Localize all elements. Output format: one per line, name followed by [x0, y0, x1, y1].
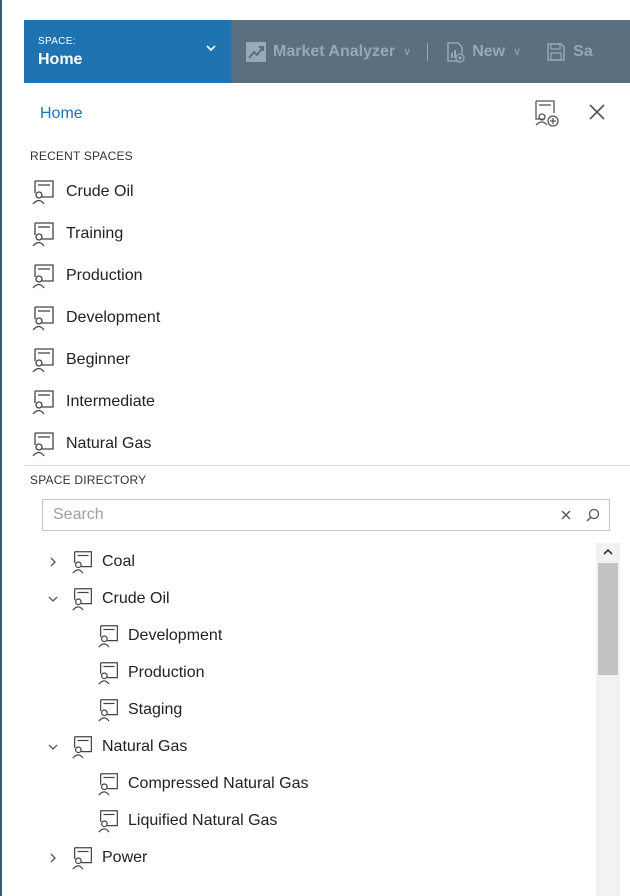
space-icon — [98, 809, 118, 833]
tree-node-power[interactable]: Power — [42, 839, 597, 876]
recent-space-label: Production — [66, 267, 143, 284]
recent-space-item[interactable]: Natural Gas — [30, 423, 610, 465]
space-icon — [32, 264, 54, 289]
tree-node-label: Liquified Natural Gas — [128, 811, 278, 829]
chevron-right-icon[interactable] — [46, 851, 60, 865]
space-panel: Home RECENT SPACES Crude Oil Training Pr… — [24, 83, 630, 896]
panel-title[interactable]: Home — [40, 105, 83, 123]
chevron-down-icon[interactable] — [46, 740, 60, 754]
new-page-icon — [447, 41, 465, 63]
toolbar-actions: Market Analyzer ∨ New ∨ Sa — [231, 20, 593, 83]
scrollbar-thumb[interactable] — [598, 563, 618, 675]
recent-space-item[interactable]: Training — [30, 213, 610, 255]
tree-node-staging[interactable]: Staging — [42, 691, 597, 728]
recent-space-item[interactable]: Crude Oil — [30, 171, 610, 213]
space-icon — [98, 698, 118, 722]
search-icon[interactable] — [585, 507, 601, 523]
directory-search — [42, 499, 610, 531]
recent-space-item[interactable]: Production — [30, 255, 610, 297]
panel-header: Home — [24, 83, 630, 143]
recent-space-item[interactable]: Beginner — [30, 339, 610, 381]
space-icon — [98, 661, 118, 685]
recent-space-label: Natural Gas — [66, 435, 152, 452]
recent-spaces-heading: RECENT SPACES — [30, 149, 133, 163]
tree-node-development[interactable]: Development — [42, 617, 597, 654]
save-icon — [547, 42, 565, 61]
space-icon — [98, 772, 118, 796]
space-icon — [72, 587, 92, 611]
chevron-down-icon — [206, 45, 216, 52]
caret-down-icon: ∨ — [403, 46, 412, 58]
space-icon — [32, 348, 54, 373]
save-button[interactable]: Sa — [545, 41, 593, 63]
market-analyzer-menu[interactable]: Market Analyzer ∨ — [245, 41, 411, 63]
tree-node-production[interactable]: Production — [42, 654, 597, 691]
space-icon — [32, 432, 54, 457]
new-menu[interactable]: New ∨ — [444, 41, 521, 63]
search-input[interactable] — [53, 506, 559, 524]
tree-scrollbar[interactable] — [596, 543, 620, 896]
recent-space-item[interactable]: Development — [30, 297, 610, 339]
app-toolbar: SPACE: Home Market Analyzer ∨ New ∨ Sa — [24, 20, 630, 83]
space-icon — [72, 550, 92, 574]
space-directory-heading: SPACE DIRECTORY — [30, 473, 147, 487]
recent-space-label: Beginner — [66, 351, 131, 368]
recent-space-label: Intermediate — [66, 393, 155, 410]
tree-node-natural-gas[interactable]: Natural Gas — [42, 728, 597, 765]
section-divider — [24, 465, 630, 466]
space-icon — [32, 390, 54, 415]
space-icon — [72, 735, 92, 759]
tree-node-label: Staging — [128, 700, 183, 718]
chevron-down-icon[interactable] — [46, 592, 60, 606]
tree-node-compressed-natural-gas[interactable]: Compressed Natural Gas — [42, 765, 597, 802]
tree-node-label: Development — [128, 626, 223, 644]
recent-space-label: Training — [66, 225, 124, 242]
space-icon — [98, 624, 118, 648]
space-switcher-name: Home — [38, 51, 83, 68]
space-icon — [32, 180, 54, 205]
chevron-right-icon[interactable] — [46, 555, 60, 569]
space-switcher[interactable]: SPACE: Home — [24, 20, 231, 83]
chart-icon — [246, 41, 266, 62]
space-directory-tree: Coal Crude Oil Development Production St… — [42, 543, 597, 876]
caret-down-icon: ∨ — [513, 46, 522, 58]
tree-node-label: Compressed Natural Gas — [128, 774, 309, 792]
tree-node-liquified-natural-gas[interactable]: Liquified Natural Gas — [42, 802, 597, 839]
tree-node-crude-oil[interactable]: Crude Oil — [42, 580, 597, 617]
recent-space-item[interactable]: Intermediate — [30, 381, 610, 423]
recent-space-label: Crude Oil — [66, 183, 134, 200]
close-icon[interactable] — [586, 101, 608, 123]
tree-node-label: Power — [102, 848, 148, 866]
scroll-up-icon[interactable] — [601, 545, 615, 559]
recent-spaces-list: Crude Oil Training Production Developmen… — [30, 171, 610, 465]
recent-space-label: Development — [66, 309, 161, 326]
space-icon — [32, 306, 54, 331]
toolbar-divider — [427, 42, 429, 61]
tree-node-label: Crude Oil — [102, 589, 170, 607]
tree-node-label: Production — [128, 663, 205, 681]
tree-node-label: Coal — [102, 552, 135, 570]
new-label: New — [472, 42, 506, 60]
market-analyzer-label: Market Analyzer — [273, 42, 396, 60]
clear-icon[interactable] — [559, 508, 573, 522]
add-space-icon[interactable] — [530, 97, 562, 129]
space-icon — [32, 222, 54, 247]
space-icon — [72, 846, 92, 870]
tree-node-label: Natural Gas — [102, 737, 188, 755]
tree-node-coal[interactable]: Coal — [42, 543, 597, 580]
save-label: Sa — [573, 42, 593, 60]
space-switcher-kicker: SPACE: — [38, 36, 76, 47]
